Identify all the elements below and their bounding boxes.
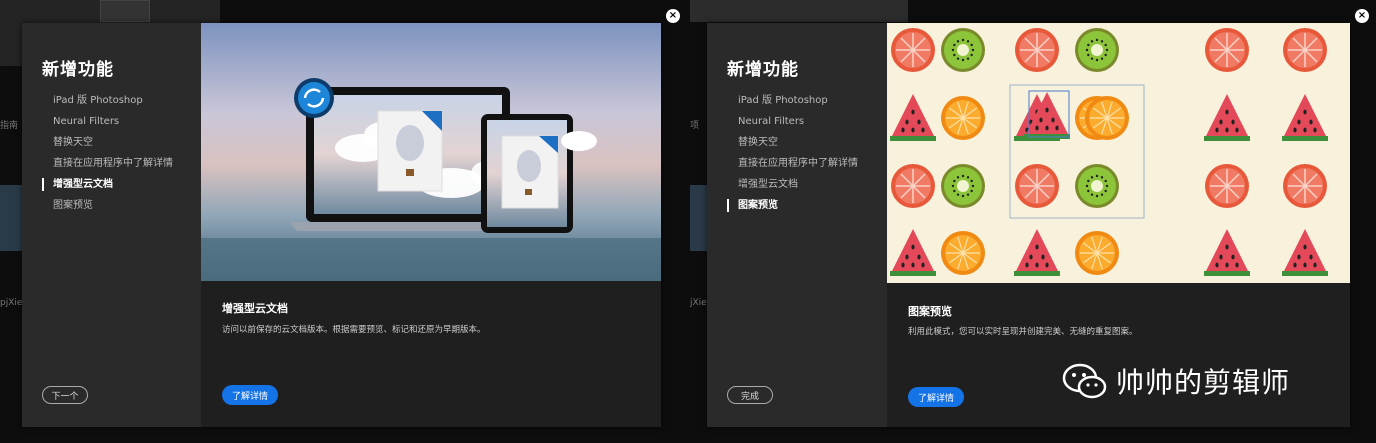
- menu-item-ipad-photoshop[interactable]: iPad 版 Photoshop: [53, 94, 173, 115]
- feature-menu: iPad 版 Photoshop Neural Filters 替换天空 直接在…: [42, 94, 173, 220]
- grapefruit-slice: [891, 164, 935, 208]
- learn-more-button[interactable]: 了解详情: [222, 385, 278, 405]
- done-button[interactable]: 完成: [727, 386, 773, 404]
- grapefruit-slice: [1015, 164, 1059, 208]
- grapefruit-slice: [1205, 164, 1249, 208]
- close-icon[interactable]: ×: [666, 9, 680, 23]
- dialog-title: 新增功能: [42, 60, 114, 80]
- dialog-content: 增强型云文档 访问以前保存的云文档版本。根据需要预览、标记和还原为早期版本。 了…: [201, 23, 661, 427]
- menu-item-neural-filters[interactable]: Neural Filters: [738, 115, 858, 136]
- menu-item-neural-filters[interactable]: Neural Filters: [53, 115, 173, 136]
- feature-menu: iPad 版 Photoshop Neural Filters 替换天空 直接在…: [727, 94, 858, 220]
- hero-image-pattern-preview: [887, 23, 1350, 283]
- grapefruit-slice: [1283, 164, 1327, 208]
- menu-item-cloud-documents[interactable]: 增强型云文档: [42, 178, 173, 199]
- kiwi-slice: [941, 28, 985, 72]
- close-icon[interactable]: ×: [1355, 9, 1369, 23]
- hero-image-cloud-documents: [201, 23, 661, 281]
- cloud-documents-illustration: [201, 23, 661, 281]
- watermark: 帅帅的剪辑师: [1062, 358, 1342, 404]
- dialog-sidebar: 新增功能 iPad 版 Photoshop Neural Filters 替换天…: [22, 23, 201, 427]
- orange-slice: [941, 96, 985, 140]
- dialog-sidebar: 新增功能 iPad 版 Photoshop Neural Filters 替换天…: [707, 23, 886, 427]
- orange-slice: [941, 231, 985, 275]
- grapefruit-slice: [891, 28, 935, 72]
- orange-slice: [1075, 231, 1119, 275]
- grapefruit-slice: [1015, 28, 1059, 72]
- menu-item-sky-replacement[interactable]: 替换天空: [738, 136, 858, 157]
- learn-more-button[interactable]: 了解详情: [908, 387, 964, 407]
- menu-item-sky-replacement[interactable]: 替换天空: [53, 136, 173, 157]
- menu-item-cloud-documents[interactable]: 增强型云文档: [738, 178, 858, 199]
- kiwi-slice: [1075, 28, 1119, 72]
- background-thumb-left: [0, 185, 22, 251]
- menu-item-learn-in-app[interactable]: 直接在应用程序中了解详情: [738, 157, 858, 178]
- feature-title: 增强型云文档: [222, 302, 288, 315]
- background-thumb-right: [690, 185, 707, 251]
- background-label: 指南: [0, 121, 19, 131]
- grapefruit-slice: [1205, 28, 1249, 72]
- wechat-icon: [1062, 363, 1107, 399]
- menu-item-learn-in-app[interactable]: 直接在应用程序中了解详情: [53, 157, 173, 178]
- grapefruit-slice: [1283, 28, 1327, 72]
- kiwi-slice: [941, 164, 985, 208]
- background-panel-right: [690, 0, 908, 22]
- orange-slice: [1085, 96, 1129, 140]
- background-label: 项: [690, 121, 700, 131]
- menu-item-pattern-preview[interactable]: 图案预览: [727, 199, 858, 220]
- kiwi-slice: [1075, 164, 1119, 208]
- feature-description: 访问以前保存的云文档版本。根据需要预览、标记和还原为早期版本。: [222, 325, 486, 335]
- watermark-text: 帅帅的剪辑师: [1116, 366, 1291, 399]
- feature-description: 利用此模式，您可以实时呈现并创建完美、无缝的重复图案。: [908, 327, 1138, 337]
- background-thumbnail: [100, 0, 150, 22]
- pattern-preview-illustration: [887, 23, 1350, 283]
- menu-item-pattern-preview[interactable]: 图案预览: [53, 199, 173, 220]
- dialog-title: 新增功能: [727, 60, 799, 80]
- menu-item-ipad-photoshop[interactable]: iPad 版 Photoshop: [738, 94, 858, 115]
- next-button[interactable]: 下一个: [42, 386, 88, 404]
- feature-title: 图案预览: [908, 305, 952, 318]
- whats-new-dialog: 新增功能 iPad 版 Photoshop Neural Filters 替换天…: [22, 23, 661, 427]
